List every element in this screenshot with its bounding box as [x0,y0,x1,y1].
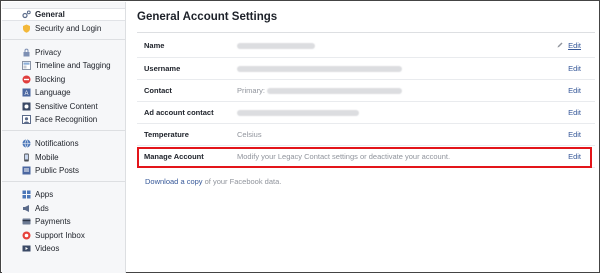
sidebar-item-timeline[interactable]: Timeline and Tagging [2,59,125,72]
row-value: Primary: [237,79,555,102]
sidebar-item-public-posts[interactable]: Public Posts [2,164,125,177]
edit-temperature-link[interactable]: Edit [568,130,581,139]
svg-text:A: A [24,91,28,97]
sidebar-item-videos[interactable]: Videos [2,242,125,255]
manage-account-highlight [137,147,592,168]
redacted-value [267,87,403,94]
row-value [237,35,555,58]
download-data-text: Download a copy of your Facebook data. [145,177,281,186]
block-icon [22,75,31,84]
contact-primary-label: Primary: [237,85,265,95]
sidebar-item-label: Payments [35,217,71,227]
row-label: Contact [137,79,237,102]
sidebar-item-blocking[interactable]: Blocking [2,73,125,86]
sidebar-item-face-recognition[interactable]: Face Recognition [2,113,125,126]
sidebar-item-label: Mobile [35,152,59,162]
globe-icon [22,139,31,148]
redacted-value [237,65,402,72]
edit-username-link[interactable]: Edit [568,64,581,73]
sidebar-item-label: Notifications [35,139,79,149]
sidebar-item-ads[interactable]: Ads [2,202,125,215]
apps-icon [22,190,31,199]
sidebar-item-label: Sensitive Content [35,101,98,111]
sidebar-item-general[interactable]: General [2,8,125,22]
sidebar-item-label: Support Inbox [35,230,85,240]
sidebar-group-account: General Security and Login [2,2,125,40]
settings-row-username[interactable]: Username Edit [137,57,595,80]
sidebar-item-sensitive-content[interactable]: Sensitive Content [2,99,125,112]
shield-icon [22,24,31,33]
mobile-icon [22,153,31,162]
sidebar-item-apps[interactable]: Apps [2,188,125,201]
settings-row-name[interactable]: Name Edit [137,35,595,58]
language-icon: A [22,88,31,97]
settings-window: General Security and Login Privacy Timel… [0,0,600,273]
row-label: Username [137,57,237,80]
payments-icon [22,217,31,226]
main-panel: General Account Settings [137,11,597,33]
sidebar-item-label: Face Recognition [35,114,98,124]
row-label: Name [137,35,237,58]
row-value [237,57,555,80]
lock-icon [22,48,31,57]
gear-icon [22,10,31,19]
sidebar-item-label: Blocking [35,74,66,84]
sidebar-item-label: Timeline and Tagging [35,61,111,71]
pencil-icon [557,41,563,48]
sidebar-group-apps: Apps Ads Payments Support Inbox Videos [2,182,125,259]
support-inbox-icon [22,231,31,240]
sidebar-item-label: Ads [35,203,49,213]
sidebar-item-security[interactable]: Security and Login [2,21,125,34]
public-posts-icon [22,166,31,175]
title-divider [137,32,595,33]
ads-icon [22,204,31,213]
settings-row-ad-account-contact[interactable]: Ad account contact Edit [137,101,595,124]
row-label: Temperature [137,123,237,146]
sidebar-item-label: Language [35,88,71,98]
sensitive-content-icon [22,102,31,111]
sidebar-item-support-inbox[interactable]: Support Inbox [2,228,125,241]
face-recognition-icon [22,114,31,124]
sidebar-item-label: Security and Login [35,23,102,33]
sidebar-item-label: Videos [35,244,60,254]
sidebar-item-label: Public Posts [35,166,80,176]
sidebar-item-label: General [35,10,65,20]
sidebar-group-notifications: Notifications Mobile Public Posts [2,131,125,183]
redacted-value [237,109,359,116]
sidebar-item-mobile[interactable]: Mobile [2,151,125,164]
sidebar-item-language[interactable]: A Language [2,86,125,99]
sidebar-item-privacy[interactable]: Privacy [2,46,125,59]
redacted-value [237,43,315,50]
edit-contact-link[interactable]: Edit [568,86,581,95]
page-title: General Account Settings [137,11,278,23]
row-value [237,101,555,124]
settings-row-contact[interactable]: Contact Primary: Edit [137,79,595,102]
download-copy-link[interactable]: Download a copy [145,177,203,186]
timeline-icon [22,61,31,71]
sidebar-group-privacy: Privacy Timeline and Tagging Blocking A … [2,40,125,132]
row-label: Ad account contact [137,101,237,124]
videos-icon [22,244,31,253]
row-value: Celsius [237,123,555,146]
sidebar-item-payments[interactable]: Payments [2,215,125,228]
settings-sidebar: General Security and Login Privacy Timel… [2,2,126,273]
settings-row-temperature[interactable]: Temperature Celsius Edit [137,123,595,146]
sidebar-item-notifications[interactable]: Notifications [2,137,125,150]
sidebar-item-label: Privacy [35,47,62,57]
download-rest-text: of your Facebook data. [202,177,282,186]
sidebar-item-label: Apps [35,190,54,200]
edit-name-link[interactable]: Edit [568,41,581,50]
edit-ad-account-contact-link[interactable]: Edit [568,108,581,117]
